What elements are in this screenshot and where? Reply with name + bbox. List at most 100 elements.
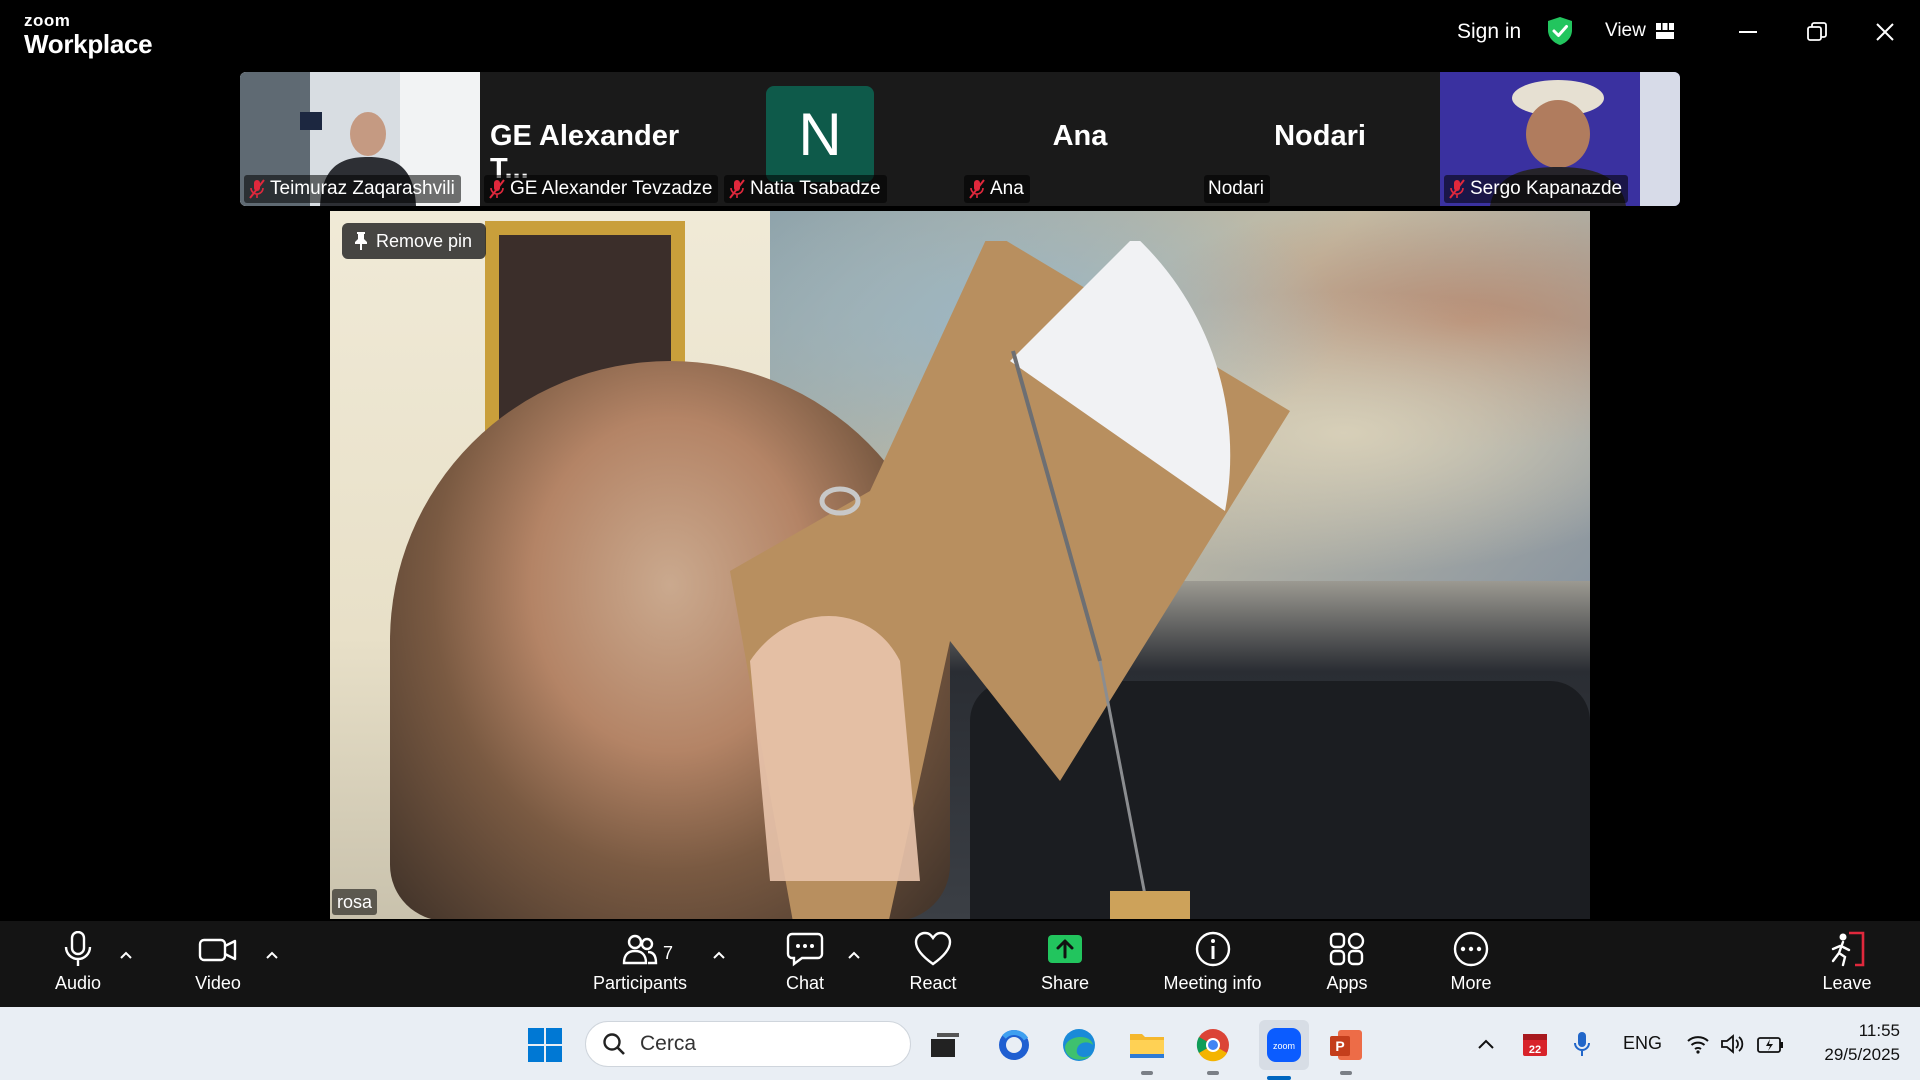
participants-count: 7	[663, 943, 674, 963]
brand-small: zoom	[24, 11, 71, 30]
pinned-video[interactable]: Remove pin rosa	[330, 211, 1590, 919]
leave-door-icon	[1831, 931, 1865, 967]
language-indicator[interactable]: ENG	[1623, 1007, 1662, 1080]
apps-icon	[1329, 932, 1365, 966]
encryption-shield-icon[interactable]	[1546, 16, 1574, 46]
svg-text:P: P	[1335, 1038, 1344, 1054]
view-button[interactable]: View	[1605, 20, 1674, 42]
task-view-icon	[931, 1033, 959, 1057]
taskbar-search-box[interactable]: Cerca	[585, 1021, 911, 1067]
video-camera-icon	[198, 938, 237, 962]
participant-name-tag: Ana	[964, 175, 1030, 203]
task-view-button[interactable]	[925, 1025, 965, 1065]
participant-tile[interactable]: GE Alexander T... GE Alexander Tevzadze	[480, 72, 720, 206]
participant-name: Sergo Kapanazde	[1470, 178, 1623, 199]
microphone-icon	[64, 931, 92, 966]
participant-display-name: Nodari	[1274, 120, 1366, 152]
participant-tile[interactable]: Ana Ana	[960, 72, 1200, 206]
close-button[interactable]	[1865, 14, 1905, 50]
audio-options-chevron-up-icon[interactable]	[118, 949, 134, 961]
taskbar-app-edge[interactable]	[1059, 1025, 1099, 1065]
taskbar-app-zoom[interactable]: zoom	[1259, 1020, 1309, 1080]
video-label: Video	[195, 973, 241, 993]
taskbar-app-copilot[interactable]	[994, 1025, 1034, 1065]
share-screen-icon	[1048, 935, 1082, 963]
copilot-icon	[999, 1030, 1029, 1060]
zoom-app-icon: zoom	[1267, 1028, 1301, 1062]
windows-logo-icon	[528, 1028, 562, 1062]
remove-pin-button[interactable]: Remove pin	[342, 223, 487, 259]
chat-button[interactable]: Chat	[770, 931, 840, 1001]
taskbar-app-chrome[interactable]	[1193, 1025, 1233, 1075]
restore-icon	[1807, 22, 1827, 41]
avatar: N	[766, 86, 874, 182]
calendar-badge: 22	[1529, 1044, 1541, 1056]
chevron-up-icon	[1478, 1039, 1494, 1049]
chat-label: Chat	[785, 973, 825, 993]
folder-icon	[1130, 1034, 1164, 1058]
video-cardboard-quadrant	[730, 241, 1290, 919]
taskbar-app-file-explorer[interactable]	[1127, 1025, 1167, 1075]
leave-label: Leave	[1822, 973, 1872, 993]
mic-muted-icon	[1449, 179, 1465, 199]
zoom-workplace-logo: zoom Workplace	[24, 11, 153, 59]
participant-display-name: Ana	[1052, 120, 1108, 152]
meeting-toolbar: Audio Video Participants 7 Chat React Sh…	[0, 921, 1920, 1007]
taskbar-app-powerpoint[interactable]: P	[1326, 1025, 1366, 1075]
participants-button[interactable]: Participants	[585, 931, 695, 1001]
video-button[interactable]: Video	[182, 931, 254, 1001]
apps-button[interactable]: Apps	[1312, 931, 1382, 1001]
start-button[interactable]	[525, 1025, 565, 1065]
network-tray-icon[interactable]	[1686, 1007, 1710, 1080]
brand-big: Workplace	[24, 29, 153, 59]
more-button[interactable]: More	[1436, 931, 1506, 1001]
grid-view-icon	[1655, 23, 1674, 39]
battery-tray-icon[interactable]	[1757, 1007, 1785, 1080]
battery-charging-icon	[1757, 1036, 1783, 1053]
participant-name: Teimuraz Zaqarashvili	[270, 178, 455, 199]
running-indicator	[1141, 1071, 1153, 1075]
restore-button[interactable]	[1797, 14, 1837, 50]
participant-tile[interactable]: Teimuraz Zaqarashvili	[240, 72, 480, 206]
participant-strip: Teimuraz Zaqarashvili GE Alexander T... …	[240, 72, 1680, 206]
share-button[interactable]: Share	[1030, 931, 1100, 1001]
participant-name-tag: Natia Tsabadze	[724, 175, 887, 203]
title-bar: zoom Workplace Sign in View	[0, 0, 1920, 68]
powerpoint-icon: P	[1330, 1030, 1362, 1060]
participant-tile[interactable]: Sergo Kapanazde	[1440, 72, 1680, 206]
video-options-chevron-up-icon[interactable]	[264, 949, 280, 961]
participant-name: Nodari	[1208, 178, 1264, 199]
running-indicator	[1267, 1076, 1291, 1080]
info-icon	[1195, 931, 1230, 967]
participant-tile[interactable]: Nodari Nodari	[1200, 72, 1440, 206]
calendar-icon: 22	[1523, 1033, 1547, 1056]
minimize-button[interactable]	[1728, 14, 1768, 50]
show-hidden-icons-button[interactable]	[1476, 1007, 1496, 1080]
calendar-tray-icon[interactable]: 22	[1522, 1007, 1548, 1080]
audio-button[interactable]: Audio	[42, 931, 114, 1001]
running-indicator	[1207, 1071, 1219, 1075]
more-label: More	[1450, 973, 1492, 993]
chat-icon	[786, 932, 824, 967]
participant-tile[interactable]: N Natia Tsabadze	[720, 72, 960, 206]
microphone-tray-icon[interactable]	[1573, 1007, 1591, 1080]
chrome-browser-icon	[1196, 1029, 1229, 1062]
react-button[interactable]: React	[898, 931, 968, 1001]
close-icon	[1876, 23, 1894, 41]
leave-button[interactable]: Leave	[1812, 931, 1882, 1001]
participant-name-tag: GE Alexander Tevzadze	[484, 175, 719, 203]
taskbar-clock[interactable]: 11:55 29/5/2025	[1800, 1019, 1900, 1067]
search-placeholder: Cerca	[640, 1032, 697, 1055]
share-label: Share	[1040, 973, 1090, 993]
react-label: React	[909, 973, 957, 993]
participants-options-chevron-up-icon[interactable]	[711, 949, 727, 961]
remove-pin-label: Remove pin	[376, 230, 473, 251]
speaker-name-tag: rosa	[332, 889, 378, 915]
mic-muted-icon	[489, 179, 505, 199]
mic-muted-icon	[969, 179, 985, 199]
sign-in-link[interactable]: Sign in	[1457, 20, 1521, 44]
meeting-info-button[interactable]: Meeting info	[1155, 931, 1270, 1001]
running-indicator	[1340, 1071, 1352, 1075]
chat-options-chevron-up-icon[interactable]	[846, 949, 862, 961]
volume-tray-icon[interactable]	[1720, 1007, 1744, 1080]
